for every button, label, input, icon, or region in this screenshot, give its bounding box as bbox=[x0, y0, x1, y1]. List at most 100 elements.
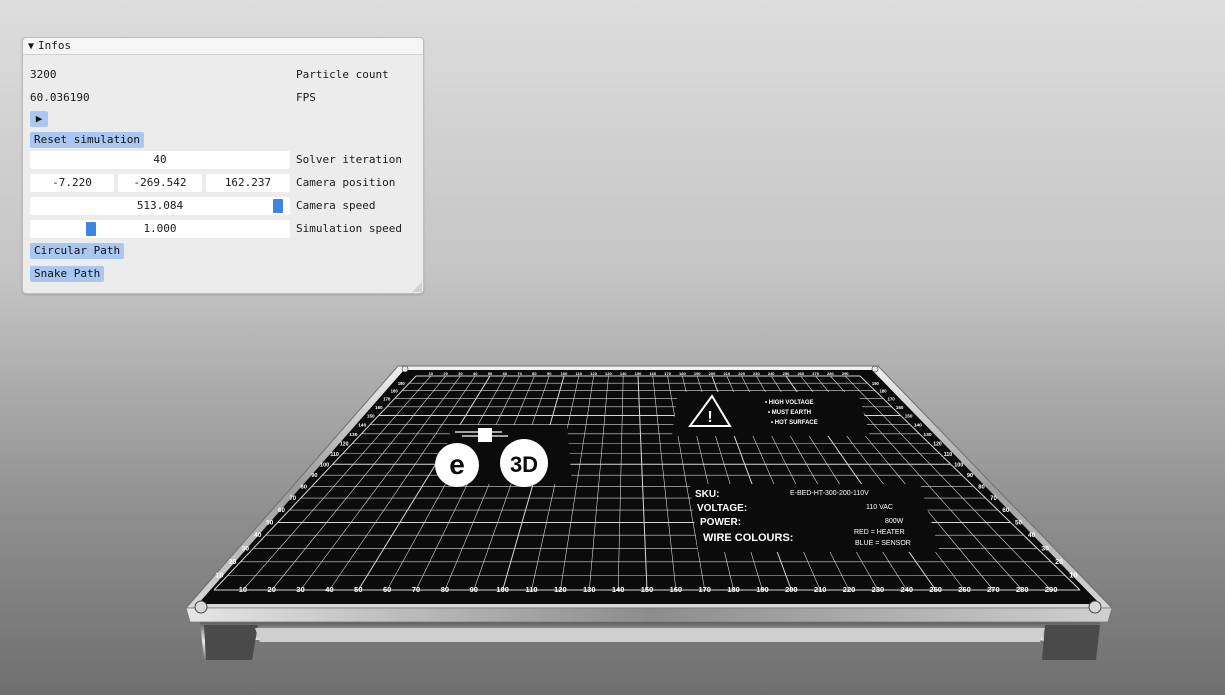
collapse-arrow-icon[interactable]: ▼ bbox=[28, 41, 34, 52]
x-tick-label: 110 bbox=[525, 585, 537, 594]
x-tick-label: 70 bbox=[412, 585, 420, 594]
x-tick-label: 60 bbox=[383, 585, 391, 594]
y-tick-label-left: 60 bbox=[278, 507, 285, 514]
camera-speed-slider[interactable]: 513.084 bbox=[30, 197, 290, 215]
x-tick-label-top: 240 bbox=[768, 371, 775, 376]
x-tick-label: 180 bbox=[727, 585, 740, 594]
resize-grip-icon[interactable] bbox=[412, 282, 422, 292]
camera-position-y-input[interactable]: -269.542 bbox=[118, 174, 202, 192]
y-tick-label-left: 110 bbox=[330, 452, 339, 458]
y-tick-label-right: 120 bbox=[933, 442, 942, 448]
infos-title: Infos bbox=[38, 39, 72, 52]
warning-line-3: • HOT SURFACE bbox=[771, 420, 818, 426]
y-tick-label-left: 160 bbox=[375, 405, 383, 410]
x-tick-label: 150 bbox=[641, 585, 654, 594]
reset-simulation-button[interactable]: Reset simulation bbox=[30, 132, 144, 148]
infos-titlebar[interactable]: ▼ Infos bbox=[23, 38, 423, 55]
spec-value-power: 800W bbox=[885, 518, 904, 525]
x-tick-label-top: 150 bbox=[635, 371, 642, 376]
solver-iteration-label: Solver iteration bbox=[296, 153, 402, 166]
y-tick-label-left: 20 bbox=[229, 559, 237, 566]
x-tick-label: 140 bbox=[612, 585, 625, 594]
y-tick-label-left: 80 bbox=[301, 484, 307, 490]
x-tick-label-top: 200 bbox=[709, 371, 716, 376]
x-tick-label-top: 190 bbox=[694, 371, 701, 376]
y-tick-label-right: 190 bbox=[872, 381, 880, 386]
x-tick-label: 280 bbox=[1016, 585, 1029, 594]
y-tick-label-right: 160 bbox=[896, 405, 904, 410]
y-tick-label-right: 60 bbox=[1002, 507, 1009, 514]
x-tick-label-top: 220 bbox=[738, 371, 745, 376]
camera-speed-slider-grab[interactable] bbox=[273, 199, 284, 213]
x-tick-label: 220 bbox=[843, 585, 856, 594]
x-tick-label: 50 bbox=[354, 585, 362, 594]
y-tick-label-left: 170 bbox=[383, 397, 391, 402]
x-tick-label-top: 90 bbox=[547, 371, 552, 376]
y-tick-label-right: 170 bbox=[888, 397, 896, 402]
camera-position-z-input[interactable]: 162.237 bbox=[206, 174, 290, 192]
warning-line-2: • MUST EARTH bbox=[768, 410, 811, 416]
simulation-speed-label: Simulation speed bbox=[296, 222, 402, 235]
x-tick-label: 230 bbox=[872, 585, 885, 594]
svg-text:!: ! bbox=[707, 409, 712, 426]
x-tick-label-top: 170 bbox=[664, 371, 671, 376]
circular-path-button[interactable]: Circular Path bbox=[30, 243, 125, 259]
x-tick-label-top: 70 bbox=[517, 371, 522, 376]
bed-spec-plate: SKU: VOLTAGE: POWER: WIRE COLOURS: E-BED… bbox=[690, 484, 940, 552]
x-tick-label: 240 bbox=[901, 585, 914, 594]
camera-position-x-input[interactable]: -7.220 bbox=[30, 174, 114, 192]
y-tick-label-left: 70 bbox=[289, 496, 296, 502]
bed-base bbox=[200, 622, 1100, 660]
play-button[interactable]: ▶ bbox=[30, 111, 48, 127]
spec-label-power: POWER: bbox=[700, 517, 741, 528]
y-tick-label-right: 150 bbox=[905, 413, 913, 418]
x-tick-label: 80 bbox=[441, 585, 449, 594]
camera-speed-row: 513.084 Camera speed bbox=[30, 197, 415, 215]
x-tick-label: 40 bbox=[325, 585, 333, 594]
spec-label-sku: SKU: bbox=[695, 489, 719, 500]
y-tick-label-right: 100 bbox=[954, 462, 963, 468]
x-tick-label: 200 bbox=[785, 585, 798, 594]
y-tick-label-left: 50 bbox=[266, 519, 274, 526]
y-tick-label-left: 10 bbox=[215, 571, 223, 580]
svg-text:e: e bbox=[449, 449, 465, 480]
x-tick-label-top: 270 bbox=[812, 371, 819, 376]
y-tick-label-right: 20 bbox=[1055, 559, 1063, 566]
x-tick-label-top: 60 bbox=[503, 371, 508, 376]
y-tick-label-right: 40 bbox=[1028, 532, 1036, 539]
y-tick-label-left: 190 bbox=[398, 381, 406, 386]
particle-count-row: 3200 Particle count bbox=[30, 66, 415, 84]
y-tick-label-right: 180 bbox=[880, 389, 888, 394]
warning-line-1: • HIGH VOLTAGE bbox=[765, 400, 814, 406]
snake-path-button[interactable]: Snake Path bbox=[30, 266, 105, 282]
simulation-speed-value: 1.000 bbox=[143, 222, 177, 235]
x-tick-label-top: 20 bbox=[443, 371, 448, 376]
bed-logo: e 3D bbox=[435, 425, 572, 487]
simulation-speed-slider-grab[interactable] bbox=[86, 222, 97, 236]
y-tick-label-left: 130 bbox=[349, 432, 357, 438]
x-tick-label-top: 100 bbox=[561, 371, 568, 376]
x-tick-label: 250 bbox=[929, 585, 942, 594]
y-tick-label-left: 150 bbox=[367, 413, 375, 418]
x-tick-label: 160 bbox=[670, 585, 683, 594]
x-tick-label: 90 bbox=[470, 585, 478, 594]
x-tick-label: 260 bbox=[958, 585, 971, 594]
x-tick-label: 10 bbox=[239, 585, 247, 594]
particle-count-value: 3200 bbox=[30, 68, 57, 81]
svg-text:3D: 3D bbox=[510, 452, 538, 477]
spec-value-voltage: 110 VAC bbox=[866, 504, 893, 511]
x-tick-label: 190 bbox=[756, 585, 769, 594]
camera-position-label: Camera position bbox=[296, 176, 396, 189]
fps-value: 60.036190 bbox=[30, 91, 90, 104]
y-tick-label-left: 180 bbox=[391, 389, 399, 394]
simulation-speed-slider[interactable]: 1.000 bbox=[30, 220, 290, 238]
x-tick-label: 130 bbox=[583, 585, 596, 594]
infos-window[interactable]: ▼ Infos 3200 Particle count 60.036190 FPS… bbox=[22, 37, 424, 294]
solver-iteration-input[interactable]: 40 bbox=[30, 151, 290, 169]
x-tick-label: 290 bbox=[1045, 585, 1058, 594]
x-tick-label-top: 40 bbox=[473, 371, 478, 376]
x-tick-label-top: 160 bbox=[649, 371, 656, 376]
x-tick-label-top: 260 bbox=[797, 371, 804, 376]
spec-value-blue: BLUE = SENSOR bbox=[855, 540, 911, 547]
y-tick-label-right: 90 bbox=[967, 473, 973, 479]
